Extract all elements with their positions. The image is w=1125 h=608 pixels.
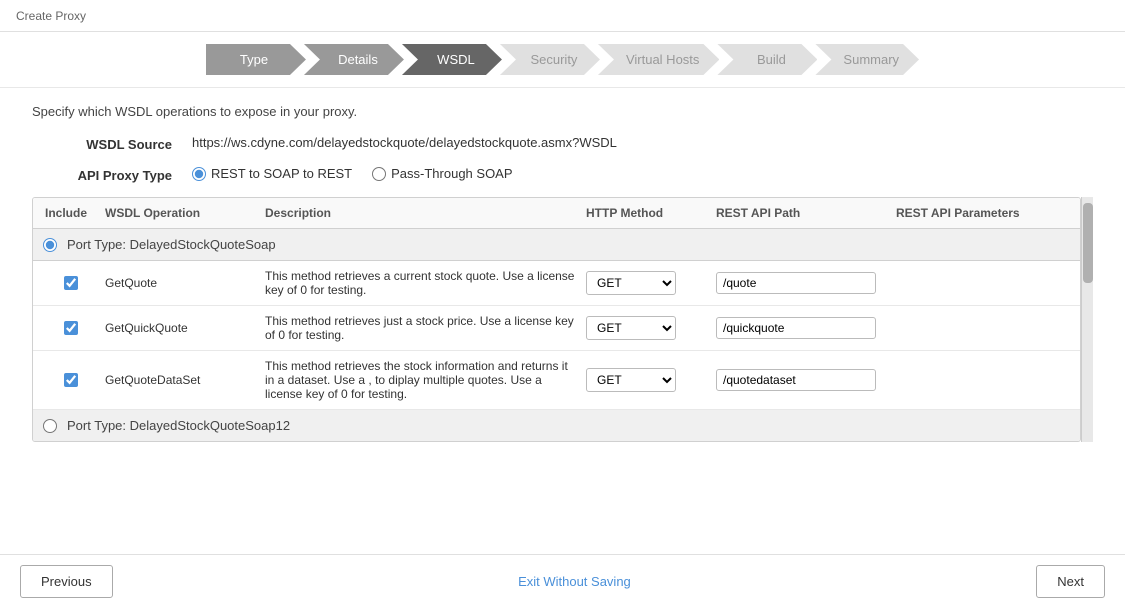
radio-rest-to-soap-input[interactable]: [192, 167, 206, 181]
col-rest-params: REST API Parameters: [892, 204, 1072, 222]
row1-http-select[interactable]: GET POST PUT DELETE: [586, 271, 676, 295]
row3-http-select[interactable]: GET POST PUT DELETE: [586, 368, 676, 392]
radio-pass-through-label: Pass-Through SOAP: [391, 166, 512, 181]
wsdl-source-label: WSDL Source: [32, 135, 172, 152]
scrollbar-thumb[interactable]: [1083, 203, 1093, 283]
row2-path-input[interactable]: [716, 317, 876, 339]
col-include: Include: [41, 204, 101, 222]
row3-http-method: GET POST PUT DELETE: [582, 366, 712, 394]
step-build[interactable]: Build: [717, 44, 817, 75]
step-type[interactable]: Type: [206, 44, 306, 75]
table-header: Include WSDL Operation Description HTTP …: [33, 198, 1080, 229]
page-title: Create Proxy: [16, 9, 86, 23]
row3-description: This method retrieves the stock informat…: [261, 357, 582, 403]
step-summary-label: Summary: [815, 44, 919, 75]
step-type-label: Type: [206, 44, 306, 75]
radio-pass-through[interactable]: Pass-Through SOAP: [372, 166, 512, 181]
step-details[interactable]: Details: [304, 44, 404, 75]
page-wrapper: Create Proxy Type Details WSDL Security …: [0, 0, 1125, 608]
row3-operation: GetQuoteDataSet: [101, 371, 261, 389]
next-button[interactable]: Next: [1036, 565, 1105, 598]
step-security[interactable]: Security: [500, 44, 600, 75]
step-build-label: Build: [717, 44, 817, 75]
radio-rest-to-soap[interactable]: REST to SOAP to REST: [192, 166, 352, 181]
row2-include: [41, 319, 101, 337]
row1-path-input[interactable]: [716, 272, 876, 294]
table-row: GetQuote This method retrieves a current…: [33, 261, 1080, 306]
exit-link[interactable]: Exit Without Saving: [518, 574, 631, 589]
row1-description: This method retrieves a current stock qu…: [261, 267, 582, 299]
wizard-steps: Type Details WSDL Security Virtual Hosts…: [0, 32, 1125, 88]
col-rest-path: REST API Path: [712, 204, 892, 222]
scrollbar-track[interactable]: [1081, 197, 1093, 442]
col-wsdl-op: WSDL Operation: [101, 204, 261, 222]
row1-rest-params: [892, 281, 1072, 285]
row3-rest-params: [892, 378, 1072, 382]
row2-description: This method retrieves just a stock price…: [261, 312, 582, 344]
row1-operation: GetQuote: [101, 274, 261, 292]
step-virtual-hosts-label: Virtual Hosts: [598, 44, 719, 75]
row1-checkbox[interactable]: [64, 276, 78, 290]
radio-pass-through-input[interactable]: [372, 167, 386, 181]
radio-rest-to-soap-label: REST to SOAP to REST: [211, 166, 352, 181]
step-wsdl-label: WSDL: [402, 44, 502, 75]
section1-radio[interactable]: [43, 238, 57, 252]
api-proxy-type-label: API Proxy Type: [32, 166, 172, 183]
operations-table-wrapper: Include WSDL Operation Description HTTP …: [32, 197, 1093, 442]
section2-label: Port Type: DelayedStockQuoteSoap12: [67, 418, 290, 433]
row2-http-select[interactable]: GET POST PUT DELETE: [586, 316, 676, 340]
table-row: GetQuickQuote This method retrieves just…: [33, 306, 1080, 351]
col-http-method: HTTP Method: [582, 204, 712, 222]
table-row: GetQuoteDataSet This method retrieves th…: [33, 351, 1080, 410]
row2-checkbox[interactable]: [64, 321, 78, 335]
row3-checkbox[interactable]: [64, 373, 78, 387]
footer: Previous Exit Without Saving Next: [0, 554, 1125, 608]
step-security-label: Security: [500, 44, 600, 75]
step-details-label: Details: [304, 44, 404, 75]
previous-button[interactable]: Previous: [20, 565, 113, 598]
operations-table: Include WSDL Operation Description HTTP …: [32, 197, 1081, 442]
step-summary[interactable]: Summary: [815, 44, 919, 75]
api-proxy-type-row: API Proxy Type REST to SOAP to REST Pass…: [32, 166, 1093, 183]
wsdl-source-row: WSDL Source https://ws.cdyne.com/delayed…: [32, 135, 1093, 152]
row2-operation: GetQuickQuote: [101, 319, 261, 337]
step-virtual-hosts[interactable]: Virtual Hosts: [598, 44, 719, 75]
row3-path-input[interactable]: [716, 369, 876, 391]
wsdl-source-value: https://ws.cdyne.com/delayedstockquote/d…: [192, 135, 617, 150]
row1-http-method: GET POST PUT DELETE: [582, 269, 712, 297]
step-wsdl[interactable]: WSDL: [402, 44, 502, 75]
row3-include: [41, 371, 101, 389]
section-row-1[interactable]: Port Type: DelayedStockQuoteSoap: [33, 229, 1080, 261]
col-description: Description: [261, 204, 582, 222]
page-header: Create Proxy: [0, 0, 1125, 32]
row3-rest-path: [712, 367, 892, 393]
section2-radio[interactable]: [43, 419, 57, 433]
row2-http-method: GET POST PUT DELETE: [582, 314, 712, 342]
content-area: Specify which WSDL operations to expose …: [0, 88, 1125, 554]
row1-include: [41, 274, 101, 292]
instruction-text: Specify which WSDL operations to expose …: [32, 104, 1093, 119]
section-row-2[interactable]: Port Type: DelayedStockQuoteSoap12: [33, 410, 1080, 441]
section1-label: Port Type: DelayedStockQuoteSoap: [67, 237, 276, 252]
proxy-type-radio-group: REST to SOAP to REST Pass-Through SOAP: [192, 166, 513, 181]
row2-rest-params: [892, 326, 1072, 330]
row2-rest-path: [712, 315, 892, 341]
row1-rest-path: [712, 270, 892, 296]
